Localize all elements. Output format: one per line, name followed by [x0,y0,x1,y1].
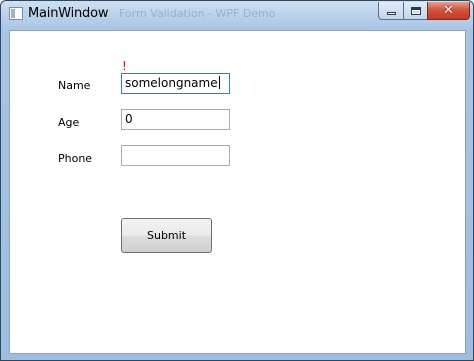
age-field[interactable]: 0 [121,109,230,130]
close-button[interactable]: ✕ [427,2,470,20]
title-bar[interactable]: MainWindow Form Validation - WPF Demo ✕ [1,1,473,29]
age-label: Age [58,116,80,129]
age-field-value: 0 [125,112,133,126]
title-ghost-text: Form Validation - WPF Demo [119,7,276,20]
main-window: MainWindow Form Validation - WPF Demo ✕ … [0,0,474,361]
close-icon: ✕ [443,3,454,18]
name-label: Name [58,79,91,92]
window-app-icon[interactable] [9,7,23,20]
text-caret [218,76,220,89]
client-area: ! Name somelongname Age 0 Phone Submit [9,30,466,354]
phone-field[interactable] [121,145,230,166]
submit-button[interactable]: Submit [121,218,212,253]
minimize-icon [386,12,396,15]
name-field-value: somelongname [125,76,218,90]
submit-button-label: Submit [146,229,187,242]
maximize-button[interactable] [403,2,428,20]
maximize-icon [410,6,421,15]
name-field[interactable]: somelongname [121,73,230,94]
minimize-button[interactable] [378,2,404,20]
window-title: MainWindow [28,6,109,21]
validation-error-indicator: ! [122,59,127,73]
phone-label: Phone [58,152,93,165]
